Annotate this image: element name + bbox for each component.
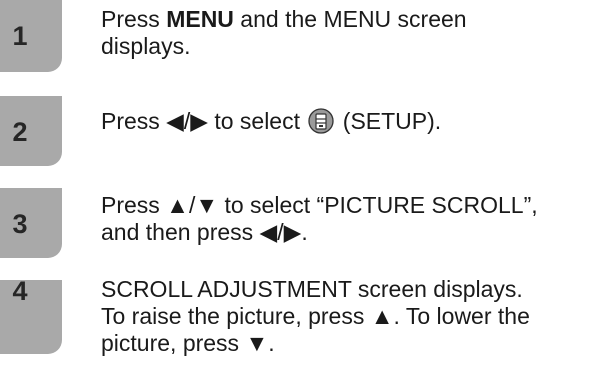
step-instruction: Press ◀/▶ to select (SETUP). bbox=[101, 108, 613, 135]
instruction-text: Press ◀/▶ to select bbox=[101, 108, 307, 134]
instruction-text: and the MENU screen bbox=[233, 6, 467, 32]
instruction-line: and then press ◀/▶. bbox=[101, 219, 308, 245]
step-number: 4 bbox=[12, 276, 28, 306]
instruction-text: Press bbox=[101, 6, 167, 32]
instruction-line: To raise the picture, press ▲. To lower … bbox=[101, 303, 530, 329]
step-number: 1 bbox=[12, 21, 28, 51]
instruction-line: Press ◀/▶ to select (SETUP). bbox=[101, 108, 613, 135]
setup-icon bbox=[308, 108, 335, 134]
step-instruction: SCROLL ADJUSTMENT screen displays. To ra… bbox=[101, 276, 613, 357]
instruction-line: Press ▲/▼ to select “PICTURE SCROLL”, bbox=[101, 192, 538, 218]
step-number: 2 bbox=[12, 117, 28, 147]
instruction-line: Press MENU and the MENU screen bbox=[101, 6, 613, 33]
step-instruction: Press MENU and the MENU screen displays. bbox=[101, 6, 613, 60]
instruction-line: displays. bbox=[101, 33, 191, 59]
step-number: 3 bbox=[12, 209, 28, 239]
instruction-text: (SETUP). bbox=[336, 108, 442, 134]
instruction-line: SCROLL ADJUSTMENT screen displays. bbox=[101, 276, 523, 302]
step-instruction: Press ▲/▼ to select “PICTURE SCROLL”, an… bbox=[101, 192, 613, 246]
menu-button-label: MENU bbox=[166, 6, 234, 32]
instruction-line: picture, press ▼. bbox=[101, 330, 275, 356]
